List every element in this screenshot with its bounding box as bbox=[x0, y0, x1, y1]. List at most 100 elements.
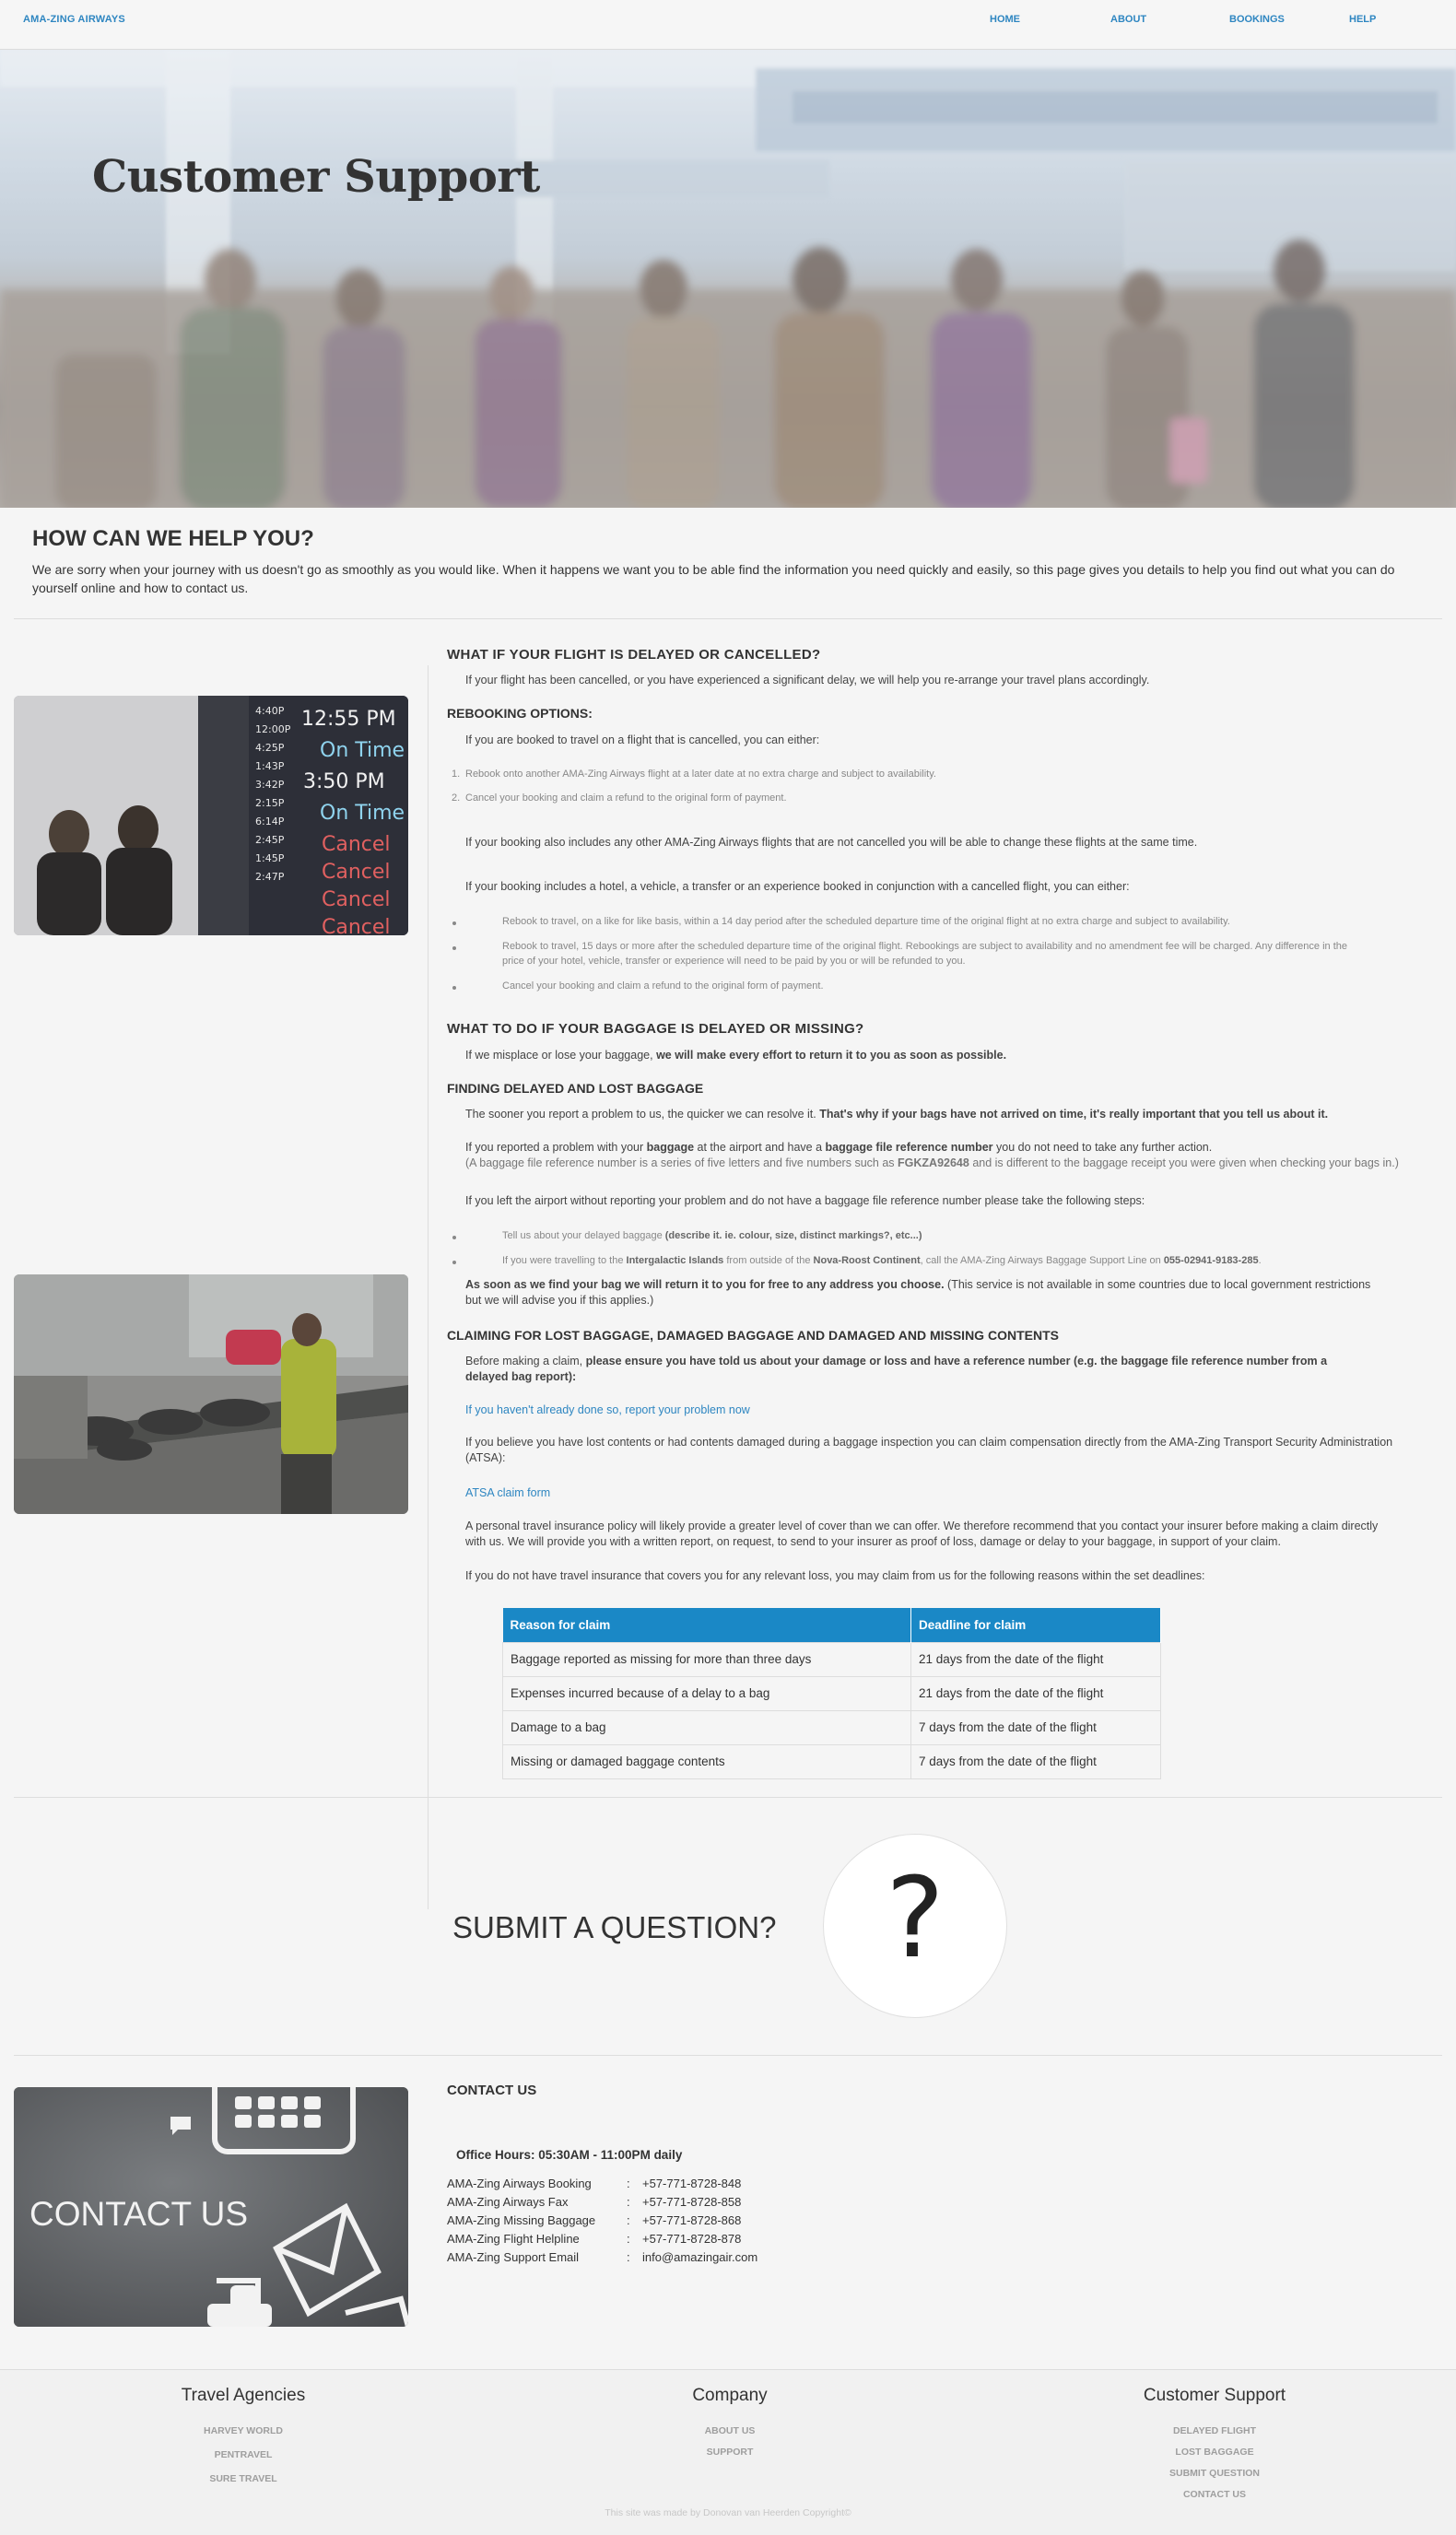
footer-title-customer-support: Customer Support bbox=[1143, 2386, 1286, 2405]
contact-banner-text: CONTACT US bbox=[29, 2195, 248, 2233]
before-claim-text: Before making a claim, please ensure you… bbox=[465, 1355, 1328, 1383]
contact-value[interactable]: +57-771-8728-848 bbox=[642, 2177, 741, 2190]
table-header-row: Reason for claim Deadline for claim bbox=[502, 1608, 1161, 1642]
help-heading: HOW CAN WE HELP YOU? bbox=[32, 526, 314, 551]
office-hours: Office Hours: 05:30AM - 11:00PM daily bbox=[456, 2148, 683, 2162]
footer-title-company: Company bbox=[692, 2386, 768, 2405]
question-mark-button[interactable]: ? bbox=[823, 1834, 1007, 2018]
delayed-intro: If your flight has been cancelled, or yo… bbox=[465, 674, 1150, 687]
divider bbox=[14, 618, 1442, 619]
footer-link[interactable]: SUBMIT QUESTION bbox=[1076, 2468, 1353, 2479]
board-status: Cancel bbox=[322, 833, 391, 856]
board-status: Cancel bbox=[322, 861, 391, 884]
footer-link[interactable]: PENTRAVEL bbox=[105, 2449, 382, 2460]
contact-label: AMA-Zing Support Email bbox=[447, 2250, 580, 2264]
bullet bbox=[452, 946, 456, 950]
board-time: 6:14P bbox=[255, 816, 285, 827]
footer-link[interactable]: SURE TRAVEL bbox=[105, 2473, 382, 2484]
navbar: AMA-ZING AIRWAYS HOME ABOUT BOOKINGS HEL… bbox=[0, 0, 1456, 50]
table-header: Reason for claim bbox=[502, 1608, 911, 1642]
board-time: 4:40P bbox=[255, 705, 285, 717]
board-time: 3:42P bbox=[255, 779, 285, 791]
contact-value[interactable]: +57-771-8728-878 bbox=[642, 2232, 741, 2246]
footer-link[interactable]: HARVEY WORLD bbox=[105, 2425, 382, 2436]
claims-table: Reason for claim Deadline for claim Bagg… bbox=[502, 1608, 1161, 1779]
board-status: On Time bbox=[320, 739, 405, 762]
help-intro-text: We are sorry when your journey with us d… bbox=[32, 562, 1395, 595]
nav-about[interactable]: ABOUT bbox=[1110, 14, 1146, 25]
nav-home[interactable]: HOME bbox=[990, 14, 1020, 25]
insurance-text: A personal travel insurance policy will … bbox=[465, 1520, 1379, 1548]
baggage-intro: If we misplace or lose your baggage, we … bbox=[465, 1049, 1007, 1062]
board-status: Cancel bbox=[322, 916, 391, 935]
contact-value[interactable]: +57-771-8728-868 bbox=[642, 2213, 741, 2227]
contact-colon: : bbox=[627, 2213, 630, 2227]
footer-link[interactable]: LOST BAGGAGE bbox=[1076, 2447, 1353, 2458]
rebook-option: Cancel your booking and claim a refund t… bbox=[465, 792, 787, 804]
board-status: Cancel bbox=[322, 888, 391, 911]
table-cell: 21 days from the date of the flight bbox=[910, 1641, 1161, 1677]
atsa-claim-form-link[interactable]: ATSA claim form bbox=[465, 1486, 550, 1499]
footer-title-travel-agencies: Travel Agencies bbox=[181, 2386, 306, 2405]
list-number: 2. bbox=[452, 792, 461, 804]
footer-link[interactable]: ABOUT US bbox=[592, 2425, 868, 2436]
rebooking-intro: If you are booked to travel on a flight … bbox=[465, 734, 820, 746]
contact-colon: : bbox=[627, 2195, 630, 2209]
delayed-heading: WHAT IF YOUR FLIGHT IS DELAYED OR CANCEL… bbox=[447, 647, 821, 663]
contact-colon: : bbox=[627, 2250, 630, 2264]
table-cell: 7 days from the date of the flight bbox=[910, 1709, 1161, 1745]
footer-link[interactable]: SUPPORT bbox=[592, 2447, 868, 2458]
table-cell: Missing or damaged baggage contents bbox=[502, 1743, 911, 1779]
finding-heading: FINDING DELAYED AND LOST BAGGAGE bbox=[447, 1081, 704, 1096]
bullet bbox=[452, 1236, 456, 1239]
board-time: 1:45P bbox=[255, 852, 285, 864]
nav-help[interactable]: HELP bbox=[1349, 14, 1376, 25]
table-cell: Baggage reported as missing for more tha… bbox=[502, 1641, 911, 1677]
board-time: 1:43P bbox=[255, 760, 285, 772]
contact-value[interactable]: +57-771-8728-858 bbox=[642, 2195, 741, 2209]
rebooking-heading: REBOOKING OPTIONS: bbox=[447, 706, 593, 721]
brand-link[interactable]: AMA-ZING AIRWAYS bbox=[23, 14, 125, 25]
contact-label: AMA-Zing Flight Helpline bbox=[447, 2232, 580, 2246]
footer-link[interactable]: DELAYED FLIGHT bbox=[1076, 2425, 1353, 2436]
hotel-option: Rebook to travel, on a like for like bas… bbox=[502, 916, 1230, 927]
submit-question-text[interactable]: SUBMIT A QUESTION? bbox=[452, 1910, 776, 1945]
reported-text: If you reported a problem with your bagg… bbox=[465, 1141, 1213, 1154]
footer-credit: This site was made by Donovan van Heerde… bbox=[605, 2507, 851, 2518]
divider bbox=[14, 2055, 1442, 2056]
contact-label: AMA-Zing Airways Fax bbox=[447, 2195, 569, 2209]
step-call: If you were travelling to the Intergalac… bbox=[502, 1255, 1262, 1266]
list-number: 1. bbox=[452, 769, 461, 780]
hotel-option: Cancel your booking and claim a refund t… bbox=[502, 980, 824, 992]
hero-banner: Customer Support bbox=[0, 50, 1456, 508]
table-cell: 7 days from the date of the flight bbox=[910, 1743, 1161, 1779]
table-cell: Damage to a bag bbox=[502, 1709, 911, 1745]
table-row: Missing or damaged baggage contents 7 day… bbox=[502, 1743, 1161, 1779]
bullet bbox=[452, 986, 456, 990]
contact-value[interactable]: info@amazingair.com bbox=[642, 2250, 757, 2264]
footer-link[interactable]: CONTACT US bbox=[1076, 2489, 1353, 2500]
rebook-option: Rebook onto another AMA-Zing Airways fli… bbox=[465, 769, 936, 780]
board-time: 2:47P bbox=[255, 871, 285, 883]
departures-board-image: 4:40P 12:00P 4:25P 1:43P 3:42P 2:15P 6:1… bbox=[14, 696, 408, 935]
board-time: 4:25P bbox=[255, 742, 285, 754]
board-status: 3:50 PM bbox=[303, 770, 385, 793]
contact-label: AMA-Zing Airways Booking bbox=[447, 2177, 592, 2190]
content-rule bbox=[428, 665, 429, 1909]
bullet bbox=[452, 1261, 456, 1264]
found-text: As soon as we find your bag we will retu… bbox=[465, 1278, 1371, 1307]
contact-heading: CONTACT US bbox=[447, 2083, 537, 2098]
table-cell: Expenses incurred because of a delay to … bbox=[502, 1675, 911, 1711]
nav-bookings[interactable]: BOOKINGS bbox=[1229, 14, 1285, 25]
contact-us-image: CONTACT US bbox=[14, 2087, 408, 2327]
no-insurance-text: If you do not have travel insurance that… bbox=[465, 1569, 1205, 1582]
board-time: 2:45P bbox=[255, 834, 285, 846]
hotel-intro-text: If your booking includes a hotel, a vehi… bbox=[465, 880, 1130, 893]
board-status: 12:55 PM bbox=[301, 708, 396, 731]
table-row: Expenses incurred because of a delay to … bbox=[502, 1675, 1161, 1711]
table-row: Damage to a bag 7 days from the date of t… bbox=[502, 1709, 1161, 1745]
airport-terminal-image bbox=[0, 50, 1456, 508]
claims-heading: CLAIMING FOR LOST BAGGAGE, DAMAGED BAGGA… bbox=[447, 1328, 1059, 1343]
bullet bbox=[452, 921, 456, 925]
report-problem-link[interactable]: If you haven't already done so, report y… bbox=[465, 1403, 750, 1416]
